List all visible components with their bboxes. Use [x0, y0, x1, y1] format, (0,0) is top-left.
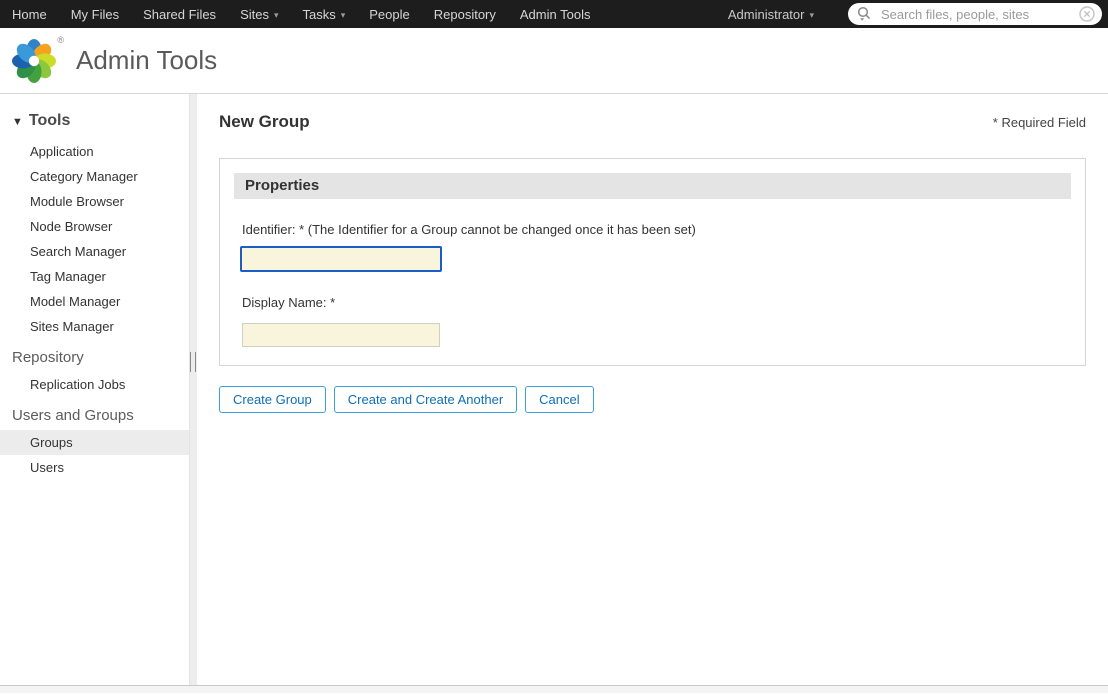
chevron-down-icon: ▾	[273, 9, 279, 20]
sidebar-item-node-browser[interactable]: Node Browser	[0, 214, 189, 239]
nav-right-group: Administrator ▾	[728, 3, 1108, 25]
sidebar-item-category-manager[interactable]: Category Manager	[0, 164, 189, 189]
clear-search-icon[interactable]	[1078, 5, 1096, 23]
identifier-input[interactable]	[240, 246, 442, 272]
sidebar-divider	[189, 94, 197, 685]
nav-item-my-files[interactable]: My Files	[59, 7, 131, 22]
page-title: New Group	[219, 112, 310, 131]
nav-item-repository[interactable]: Repository	[422, 7, 508, 22]
top-navigation-bar: Home My Files Shared Files Sites ▾ Tasks ▾…	[0, 0, 1108, 28]
triangle-down-icon: ▼	[12, 116, 23, 128]
nav-item-shared-files[interactable]: Shared Files	[131, 7, 228, 22]
registered-mark: ®	[57, 34, 64, 45]
sidebar-section-users-and-groups: Users and Groups	[12, 407, 134, 424]
sidebar-item-module-browser[interactable]: Module Browser	[0, 189, 189, 214]
create-and-create-another-button[interactable]: Create and Create Another	[333, 386, 518, 413]
properties-panel: Properties Identifier: * (The Identifier…	[219, 158, 1086, 366]
search-icon[interactable]	[856, 5, 873, 23]
nav-item-sites[interactable]: Sites ▾	[228, 7, 290, 22]
required-field-note: * Required Field	[992, 115, 1086, 130]
sidebar-resize-handle[interactable]	[189, 352, 196, 372]
cancel-button[interactable]: Cancel	[525, 386, 594, 413]
nav-item-home[interactable]: Home	[0, 7, 59, 22]
create-group-button[interactable]: Create Group	[219, 386, 326, 413]
sidebar-section-repository: Repository	[12, 349, 84, 366]
footer-strip	[0, 685, 1108, 693]
properties-panel-header: Properties	[234, 173, 1071, 199]
sidebar-item-search-manager[interactable]: Search Manager	[0, 239, 189, 264]
sidebar-item-replication-jobs[interactable]: Replication Jobs	[0, 372, 189, 397]
search-box	[848, 3, 1102, 25]
user-menu[interactable]: Administrator ▾	[728, 7, 814, 22]
display-name-input[interactable]	[242, 323, 440, 347]
sidebar-item-groups[interactable]: Groups	[0, 430, 189, 455]
search-input[interactable]	[879, 5, 1078, 23]
nav-item-tasks[interactable]: Tasks ▾	[291, 7, 358, 22]
form-buttons: Create Group Create and Create Another C…	[219, 386, 1086, 413]
sidebar-item-users[interactable]: Users	[0, 455, 189, 480]
app-header: ® Admin Tools	[0, 28, 1108, 94]
sidebar-item-model-manager[interactable]: Model Manager	[0, 289, 189, 314]
main-area: ▼ Tools Application Category Manager Modu…	[0, 94, 1108, 685]
chevron-down-icon: ▾	[340, 9, 346, 20]
sidebar-item-application[interactable]: Application	[0, 139, 189, 164]
alfresco-logo-icon: ®	[10, 34, 64, 87]
sidebar-item-tag-manager[interactable]: Tag Manager	[0, 264, 189, 289]
page-header-title: Admin Tools	[76, 45, 218, 75]
content-title-row: New Group * Required Field	[219, 112, 1086, 132]
display-name-label: Display Name: *	[242, 295, 336, 310]
nav-item-people[interactable]: People	[357, 7, 421, 22]
identifier-label: Identifier: * (The Identifier for a Grou…	[242, 222, 696, 237]
sidebar-item-sites-manager[interactable]: Sites Manager	[0, 314, 189, 339]
nav-item-admin-tools[interactable]: Admin Tools	[508, 7, 603, 22]
sidebar-section-tools[interactable]: ▼ Tools	[0, 112, 189, 139]
chevron-down-icon: ▾	[809, 9, 814, 20]
sidebar: ▼ Tools Application Category Manager Modu…	[0, 94, 197, 685]
content-panel: New Group * Required Field Properties Id…	[197, 94, 1108, 685]
